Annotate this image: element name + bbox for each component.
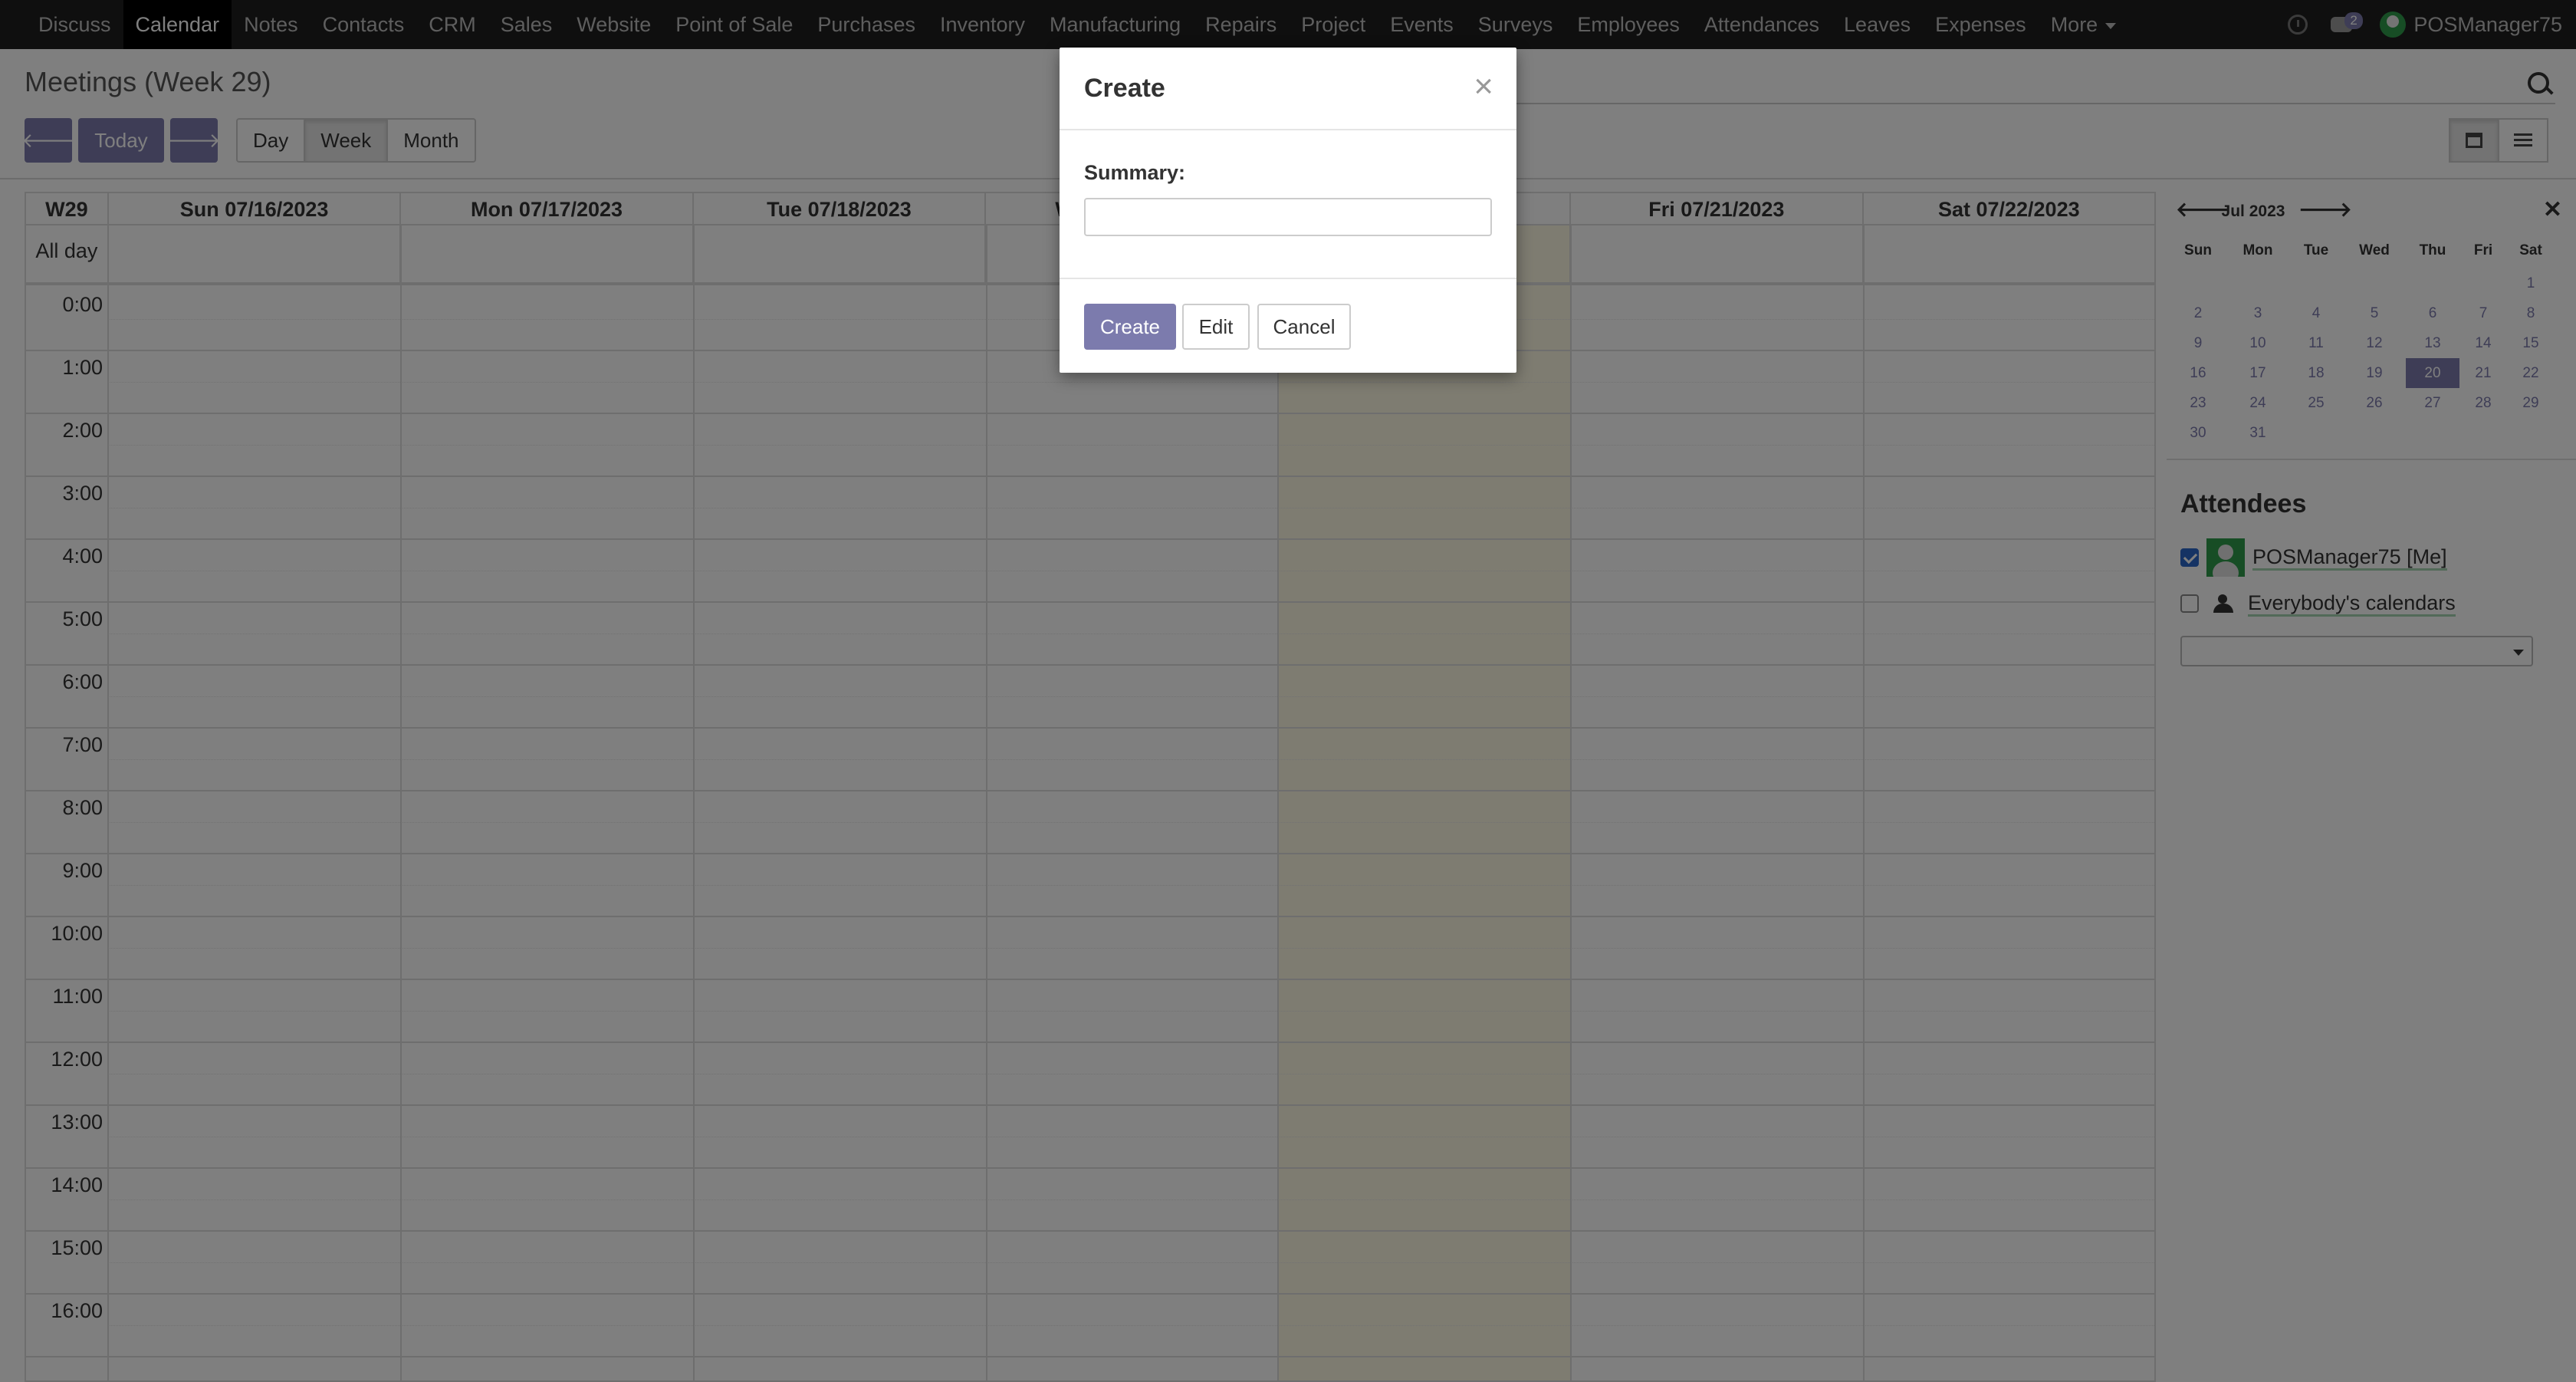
- modal-header: Create ×: [1060, 48, 1516, 130]
- modal-title: Create: [1084, 74, 1165, 103]
- modal-footer: Create Edit Cancel: [1060, 279, 1516, 371]
- modal-body: Summary:: [1060, 130, 1516, 279]
- create-button[interactable]: Create: [1084, 304, 1176, 350]
- edit-button[interactable]: Edit: [1182, 304, 1250, 350]
- summary-input[interactable]: [1084, 198, 1492, 236]
- summary-label: Summary:: [1084, 161, 1186, 184]
- cancel-button[interactable]: Cancel: [1257, 304, 1351, 350]
- create-event-dialog: Create × Summary: Create Edit Cancel: [1060, 48, 1516, 373]
- close-icon[interactable]: ×: [1474, 67, 1493, 106]
